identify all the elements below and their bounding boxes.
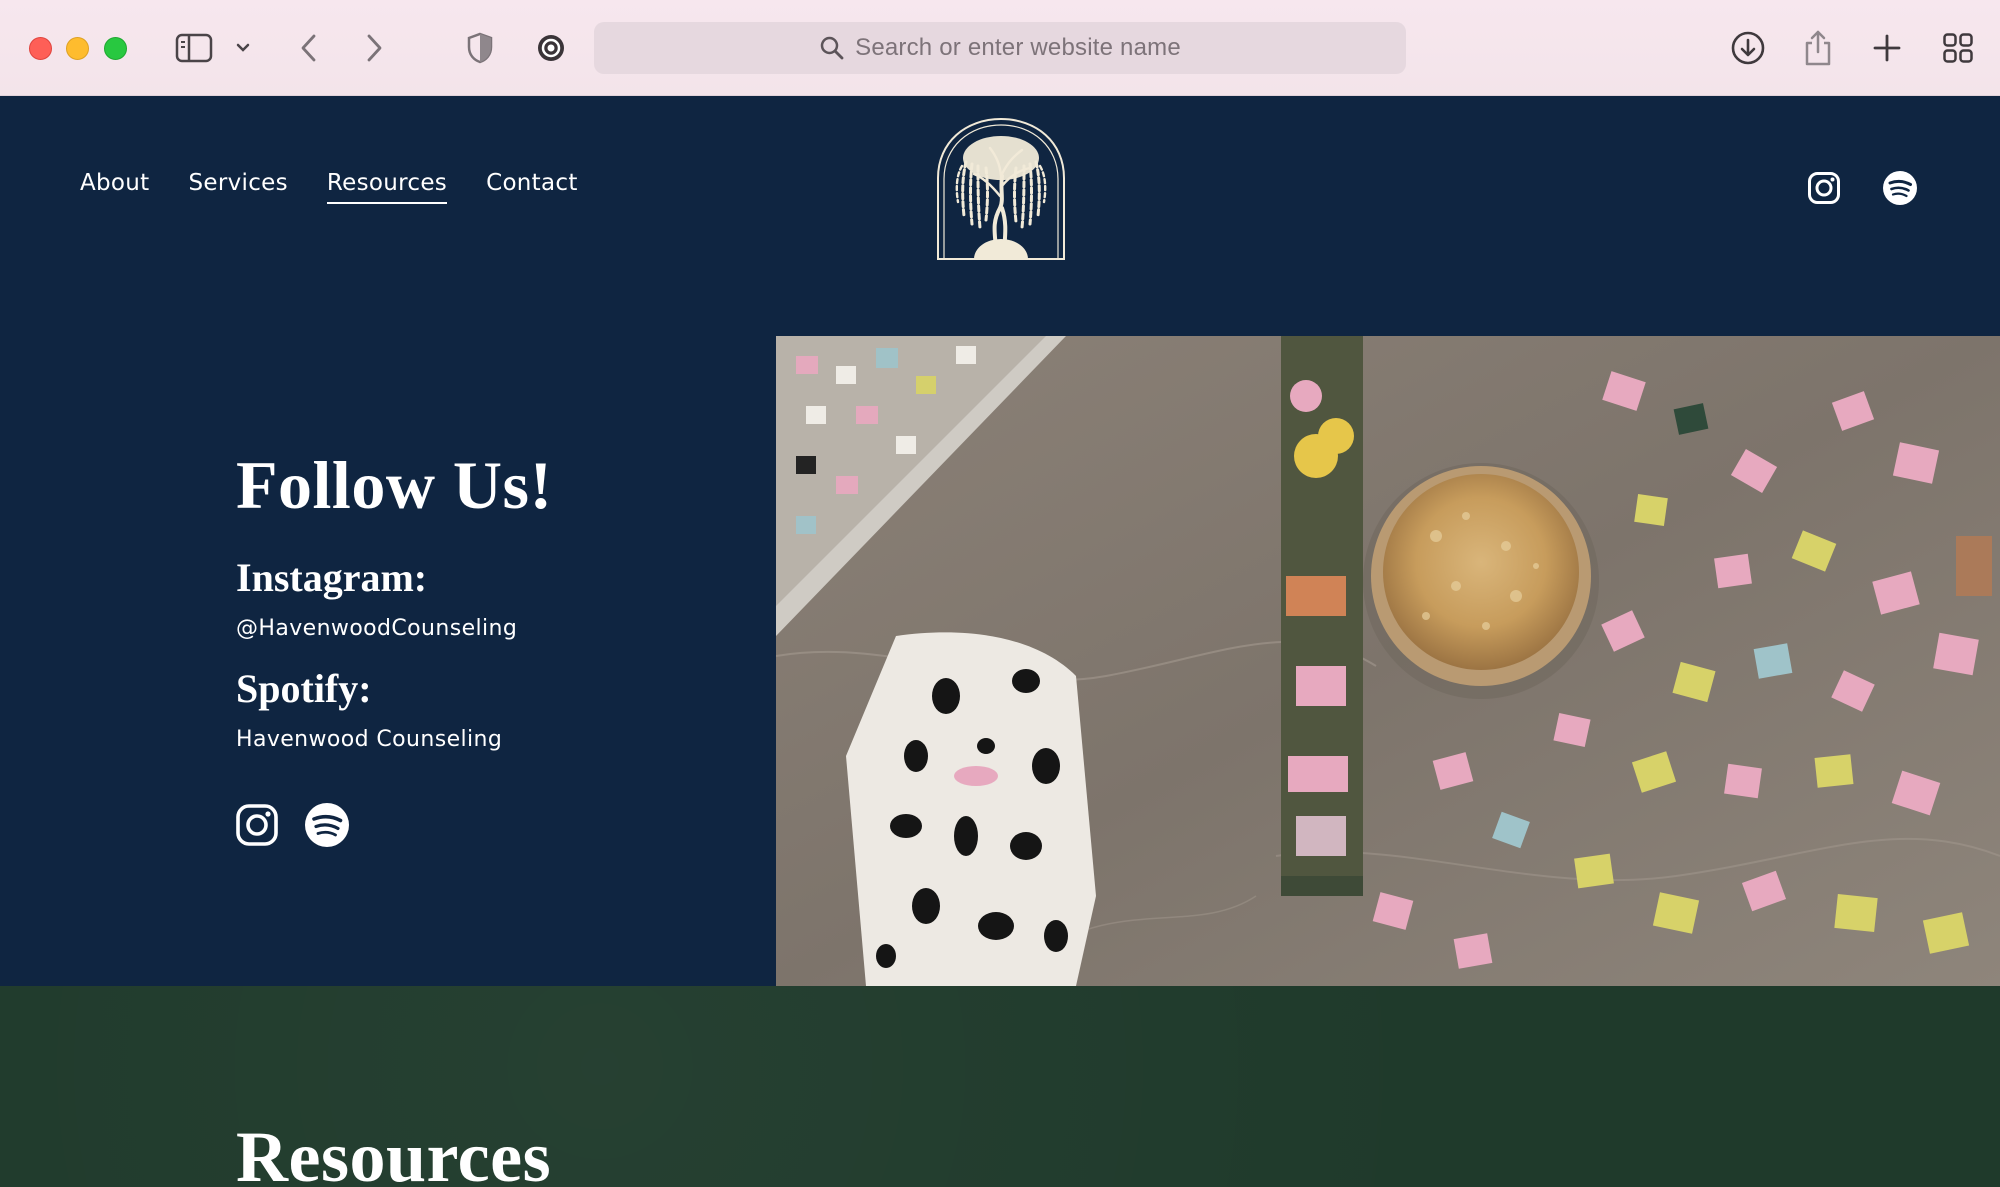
follow-spotify-link[interactable]: [304, 802, 350, 848]
share-icon: [1805, 30, 1831, 66]
follow-instagram-link[interactable]: [234, 802, 280, 848]
site-logo[interactable]: [934, 116, 1068, 262]
instagram-icon: [1808, 172, 1840, 204]
downloads-button[interactable]: [1728, 24, 1768, 72]
download-icon: [1731, 31, 1765, 65]
instagram-heading: Instagram:: [236, 555, 428, 600]
zoom-window-button[interactable]: [104, 37, 127, 60]
sidebar-icon: [175, 33, 213, 63]
nav-contact[interactable]: Contact: [486, 170, 578, 204]
address-placeholder: Search or enter website name: [855, 34, 1181, 61]
share-button[interactable]: [1800, 24, 1836, 72]
nav-about[interactable]: About: [80, 170, 150, 204]
close-window-button[interactable]: [29, 37, 52, 60]
willow-tree-logo: [937, 117, 1065, 260]
search-icon: [820, 36, 844, 60]
extension-button[interactable]: [534, 24, 568, 72]
main-nav: About Services Resources Contact: [80, 170, 578, 204]
puzzle-coffee-photo: [776, 336, 2000, 986]
back-icon: [301, 34, 316, 62]
photo-illustration: [776, 336, 2000, 986]
extension-icon: [538, 35, 564, 61]
instagram-handle: @HavenwoodCounseling: [236, 616, 518, 641]
header-spotify-link[interactable]: [1880, 168, 1920, 208]
follow-title: Follow Us!: [236, 447, 553, 523]
privacy-report-button[interactable]: [464, 24, 496, 72]
back-button[interactable]: [294, 24, 324, 72]
instagram-icon: [236, 804, 278, 846]
tab-overview-icon: [1943, 33, 1973, 63]
resources-section: Resources: [0, 986, 2000, 1187]
browser-toolbar: Search or enter website name: [0, 0, 2000, 96]
spotify-name: Havenwood Counseling: [236, 727, 503, 752]
sidebar-toggle-button[interactable]: [172, 24, 216, 72]
nav-services[interactable]: Services: [189, 170, 288, 204]
follow-section: Follow Us! Instagram: @HavenwoodCounseli…: [0, 336, 2000, 986]
plus-icon: [1873, 34, 1901, 62]
site-header: About Services Resources Contact: [0, 96, 2000, 336]
spotify-icon: [305, 803, 349, 847]
header-instagram-link[interactable]: [1804, 168, 1844, 208]
spotify-icon: [1883, 171, 1917, 205]
sidebar-menu-button[interactable]: [232, 24, 254, 72]
address-bar[interactable]: Search or enter website name: [594, 22, 1406, 74]
tab-overview-button[interactable]: [1940, 24, 1976, 72]
forward-button[interactable]: [359, 24, 389, 72]
nav-resources[interactable]: Resources: [326, 170, 448, 204]
resources-title: Resources: [236, 1117, 552, 1187]
chevron-down-icon: [236, 43, 250, 52]
new-tab-button[interactable]: [1870, 24, 1904, 72]
spotify-heading: Spotify:: [236, 666, 372, 711]
forward-icon: [367, 34, 382, 62]
shield-icon: [467, 32, 493, 64]
minimize-window-button[interactable]: [66, 37, 89, 60]
